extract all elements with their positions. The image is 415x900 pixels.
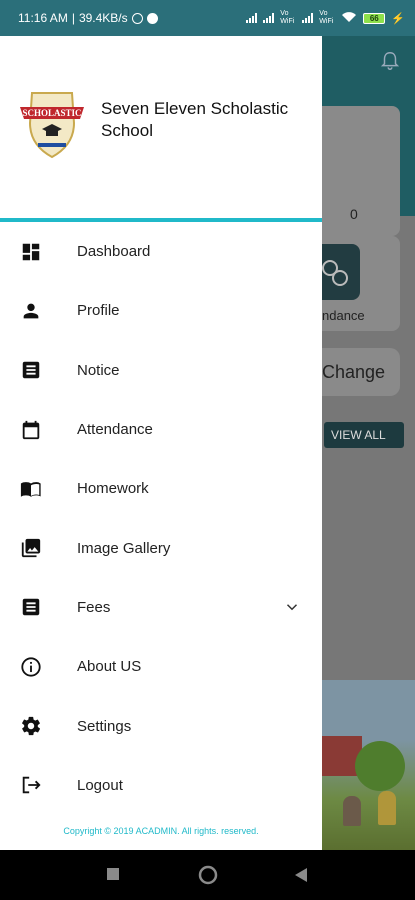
charging-icon: ⚡ [391, 12, 405, 25]
gallery-icon [19, 536, 43, 560]
child-figure [343, 796, 361, 826]
school-name: Seven Eleven Scholastic School [101, 99, 289, 140]
calendar-icon [19, 418, 43, 442]
status-bar: 11:16 AM | 39.4KB/s Vo WiFi Vo WiFi 66 ⚡ [0, 0, 415, 36]
battery-icon: 66 [363, 12, 386, 24]
app-notification-icon [146, 12, 158, 24]
change-partial-label: Change [322, 362, 386, 382]
view-all-button[interactable]: VIEW ALL [324, 422, 404, 448]
book-icon [19, 477, 43, 501]
menu-label: About US [77, 658, 142, 676]
drawer-header: SCHOLASTIC Seven Eleven Scholastic Schoo… [0, 36, 322, 221]
menu-label: Notice [77, 361, 120, 379]
menu-item-settings[interactable]: Settings [0, 696, 322, 755]
wifi-icon [341, 11, 357, 25]
whatsapp-icon [131, 12, 143, 24]
menu-item-homework[interactable]: Homework [0, 459, 322, 518]
notice-icon [19, 358, 43, 382]
drawer-menu: Dashboard Profile Notice Attendance Home… [0, 222, 322, 815]
menu-item-fees[interactable]: Fees [0, 578, 322, 637]
menu-item-logout[interactable]: Logout [0, 756, 322, 815]
child-figure [378, 791, 396, 825]
menu-label: Fees [77, 598, 111, 616]
menu-label: Homework [77, 480, 149, 498]
count-value: 0 [350, 206, 358, 222]
vowifi-label: Vo WiFi [319, 10, 334, 25]
school-logo: SCHOLASTIC [12, 83, 92, 163]
home-button[interactable] [198, 865, 218, 890]
vowifi-label: Vo WiFi [280, 10, 295, 25]
system-nav-bar [0, 850, 415, 900]
menu-item-profile[interactable]: Profile [0, 281, 322, 340]
signal-icon [302, 13, 314, 23]
recents-button[interactable] [106, 867, 120, 886]
menu-item-attendance[interactable]: Attendance [0, 400, 322, 459]
fees-icon [19, 595, 43, 619]
bell-icon[interactable] [379, 50, 401, 72]
chevron-down-icon[interactable] [283, 598, 301, 616]
signal-icon [246, 13, 258, 23]
logo-text: SCHOLASTIC [22, 108, 81, 118]
copyright-text: Copyright © 2019 ACADMIN. All rights. re… [63, 826, 259, 836]
menu-item-image-gallery[interactable]: Image Gallery [0, 518, 322, 577]
menu-item-about-us[interactable]: About US [0, 637, 322, 696]
attendance-partial-label: ndance [322, 308, 365, 323]
status-time: 11:16 AM [18, 11, 68, 25]
navigation-drawer: SCHOLASTIC Seven Eleven Scholastic Schoo… [0, 36, 322, 850]
back-button[interactable] [294, 867, 308, 888]
gear-icon [19, 714, 43, 738]
menu-label: Settings [77, 717, 132, 735]
menu-label: Logout [77, 776, 123, 794]
person-icon [19, 299, 43, 323]
status-speed: 39.4KB/s [78, 11, 128, 25]
signal-icon [263, 13, 275, 23]
tree [355, 741, 405, 791]
info-icon [19, 655, 43, 679]
menu-item-dashboard[interactable]: Dashboard [0, 222, 322, 281]
menu-label: Profile [77, 302, 120, 320]
dashboard-icon [19, 240, 43, 264]
menu-label: Dashboard [77, 243, 151, 261]
logout-icon [19, 773, 43, 797]
menu-label: Attendance [77, 421, 153, 439]
menu-label: Image Gallery [77, 539, 171, 557]
menu-item-notice[interactable]: Notice [0, 341, 322, 400]
